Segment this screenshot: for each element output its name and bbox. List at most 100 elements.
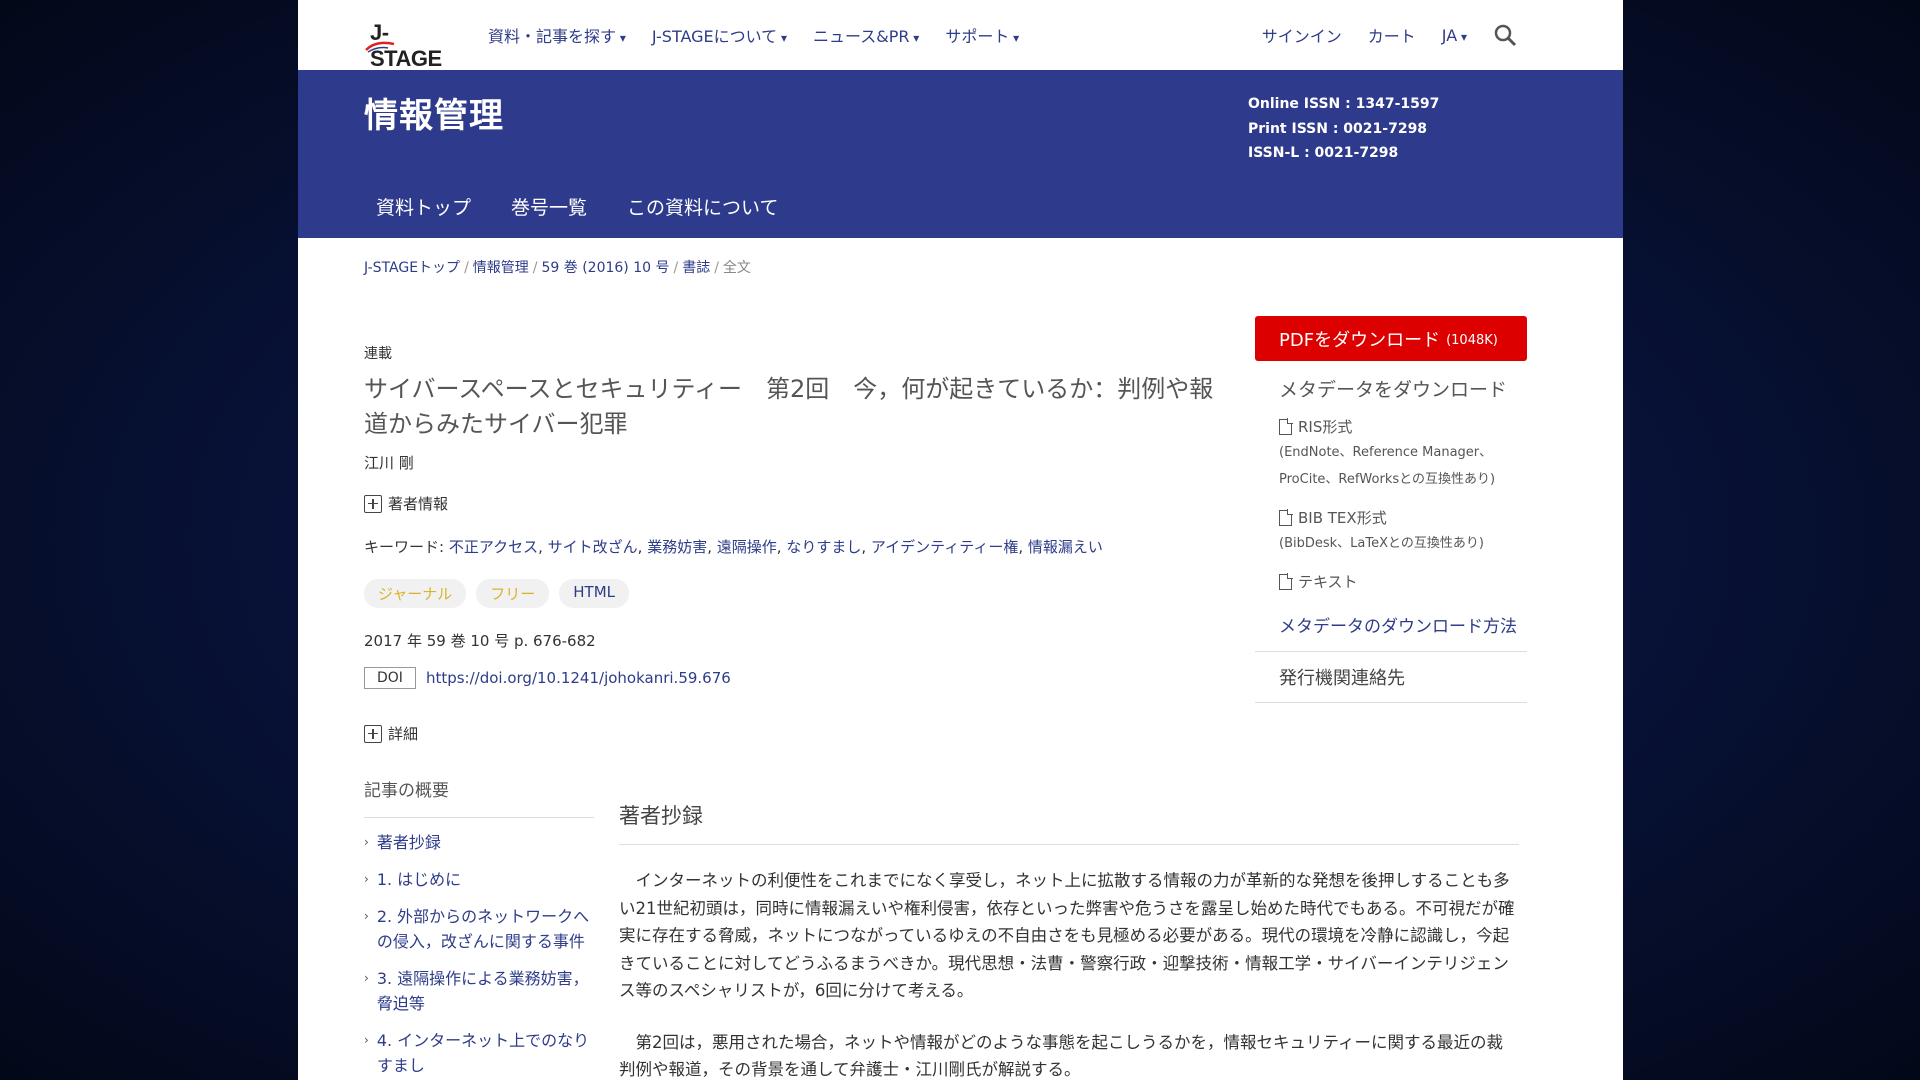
abstract-paragraph: インターネットの利便性をこれまでになく享受し，ネット上に拡散する情報の力が革新的… xyxy=(619,871,1515,1000)
language-select[interactable]: JA xyxy=(1442,26,1467,45)
menu-about-jstage[interactable]: J-STAGEについて xyxy=(652,23,787,47)
signin-link[interactable]: サインイン xyxy=(1262,23,1342,47)
doi-label: DOI xyxy=(364,667,416,689)
badge-html: HTML xyxy=(559,579,630,608)
breadcrumb: J-STAGEトップ / 情報管理/59 巻 (2016) 10 号 / 書誌 / 全文 xyxy=(364,260,751,276)
tab-issue-list[interactable]: 巻号一覧 xyxy=(511,193,587,220)
keyword-link[interactable]: 不正アクセス xyxy=(449,538,538,556)
breadcrumb-journal[interactable]: 情報管理 xyxy=(473,260,529,276)
volume-info: 2017 年 59 巻 10 号 p. 676-682 xyxy=(364,632,596,650)
keyword-link[interactable]: アイデンティティー権 xyxy=(871,538,1018,556)
toc-item-label: 1. はじめに xyxy=(376,870,462,889)
divider xyxy=(1255,651,1527,652)
metadata-download-heading: メタデータをダウンロード xyxy=(1279,379,1508,401)
bibtex-note: (BibDesk、LaTeXとの互換性あり) xyxy=(1279,536,1484,551)
divider xyxy=(1255,702,1527,703)
right-nav: サインイン カート JA xyxy=(1262,23,1517,47)
breadcrumb-bibliography[interactable]: 書誌 xyxy=(682,260,710,276)
toc-item-label: 2. 外部からのネットワークへの侵入，改ざんに関する事件 xyxy=(376,907,590,951)
top-navbar: J-STAGE 資料・記事を探す J-STAGEについて ニュース&PR サポー… xyxy=(298,0,1623,71)
breadcrumb-jstage-top[interactable]: J-STAGEトップ xyxy=(364,260,460,276)
chevron-right-icon: › xyxy=(364,909,369,923)
ris-label: RIS形式 xyxy=(1298,418,1353,436)
metadata-howto-link[interactable]: メタデータのダウンロード方法 xyxy=(1279,612,1527,637)
main-menu: 資料・記事を探す J-STAGEについて ニュース&PR サポート xyxy=(488,23,1019,47)
file-icon xyxy=(1279,418,1293,435)
article-category: 連載 xyxy=(364,346,392,362)
print-issn: Print ISSN : 0021-7298 xyxy=(1248,120,1428,137)
article-title: サイバースペースとセキュリティー 第2回 今，何が起きているか：判例や報道からみ… xyxy=(364,375,1214,438)
breadcrumb-issue[interactable]: 59 巻 (2016) 10 号 xyxy=(542,260,670,276)
chevron-right-icon: › xyxy=(364,971,369,985)
file-icon xyxy=(1279,509,1293,526)
author-info-toggle[interactable]: 著者情報 xyxy=(364,493,1224,514)
search-icon[interactable] xyxy=(1493,23,1517,47)
abstract-paragraph: 第2回は，悪用された場合，ネットや情報がどのような事態を起こしうるかを，情報セキ… xyxy=(619,1032,1504,1080)
keyword-link[interactable]: 遠隔操作 xyxy=(717,538,777,556)
article-author: 江川 剛 xyxy=(364,454,414,472)
expand-plus-icon xyxy=(364,494,382,513)
menu-search-articles[interactable]: 資料・記事を探す xyxy=(488,23,626,47)
article-header: 連載 サイバースペースとセキュリティー 第2回 今，何が起きているか：判例や報道… xyxy=(364,343,1224,744)
toc-item[interactable]: › 4. インターネット上でのなりすまし xyxy=(364,1028,594,1078)
menu-news-pr[interactable]: ニュース&PR xyxy=(813,23,919,47)
ris-note-line: (EndNote、Reference Manager、 xyxy=(1279,445,1493,460)
journal-banner: 情報管理 Online ISSN : 1347-1597 Print ISSN … xyxy=(298,70,1623,238)
pdf-download-label: PDFをダウンロード xyxy=(1279,329,1441,351)
toc-item[interactable]: › 2. 外部からのネットワークへの侵入，改ざんに関する事件 xyxy=(364,904,594,954)
details-toggle[interactable]: 詳細 xyxy=(364,723,1224,744)
ris-note-line: ProCite、RefWorksとの互換性あり) xyxy=(1279,472,1496,487)
author-info-label: 著者情報 xyxy=(388,495,449,513)
journal-subnav: 資料トップ 巻号一覧 この資料について xyxy=(376,193,778,220)
issn-l: ISSN-L : 0021-7298 xyxy=(1248,145,1399,161)
toc-item[interactable]: › 3. 遠隔操作による業務妨害，脅迫等 xyxy=(364,966,594,1016)
keyword-link[interactable]: なりすまし xyxy=(786,538,861,556)
keyword-link[interactable]: サイト改ざん xyxy=(548,538,638,556)
expand-plus-icon xyxy=(364,724,382,743)
jstage-logo[interactable]: J-STAGE xyxy=(364,18,454,71)
abstract-section: 著者抄録 インターネットの利便性をこれまでになく享受し，ネット上に拡散する情報の… xyxy=(619,800,1519,1080)
pdf-download-button[interactable]: PDFをダウンロード (1048K) xyxy=(1255,316,1527,361)
text-download-link[interactable]: テキスト xyxy=(1279,571,1527,592)
menu-support[interactable]: サポート xyxy=(945,23,1019,47)
chevron-right-icon: › xyxy=(364,835,369,849)
chevron-right-icon: › xyxy=(364,872,369,886)
page: J-STAGE 資料・記事を探す J-STAGEについて ニュース&PR サポー… xyxy=(298,0,1623,1080)
details-label: 詳細 xyxy=(388,725,419,743)
ris-download-link[interactable]: RIS形式 xyxy=(1279,416,1527,437)
issn-block: Online ISSN : 1347-1597 Print ISSN : 002… xyxy=(1248,92,1439,166)
bibtex-download-link[interactable]: BIB TEX形式 xyxy=(1279,507,1527,528)
toc-item-label: 3. 遠隔操作による業務妨害，脅迫等 xyxy=(376,969,589,1013)
bibtex-label: BIB TEX形式 xyxy=(1298,509,1387,527)
doi-link[interactable]: https://doi.org/10.1241/johokanri.59.676 xyxy=(426,669,731,687)
keyword-link[interactable]: 業務妨害 xyxy=(647,538,707,556)
article-badges: ジャーナル フリー HTML xyxy=(364,579,1224,608)
tab-journal-top[interactable]: 資料トップ xyxy=(376,193,471,220)
ris-note: (EndNote、Reference Manager、 ProCite、RefW… xyxy=(1279,439,1527,493)
text-label: テキスト xyxy=(1298,573,1358,591)
toc-item-label: 著者抄録 xyxy=(376,833,441,852)
badge-journal: ジャーナル xyxy=(364,579,467,608)
publisher-contact-link[interactable]: 発行機関連絡先 xyxy=(1279,664,1527,690)
keywords-label: キーワード: xyxy=(364,538,449,556)
doi-row: DOI https://doi.org/10.1241/johokanri.59… xyxy=(364,667,1224,689)
toc-item[interactable]: › 著者抄録 xyxy=(364,830,594,855)
toc-heading: 記事の概要 xyxy=(364,776,594,818)
breadcrumb-current: 全文 xyxy=(722,260,751,276)
keywords: キーワード: 不正アクセス, サイト改ざん, 業務妨害, 遠隔操作, なりすまし… xyxy=(364,538,1103,556)
journal-title[interactable]: 情報管理 xyxy=(364,88,504,137)
pdf-size: (1048K) xyxy=(1446,332,1498,348)
badge-free: フリー xyxy=(476,579,550,608)
chevron-right-icon: › xyxy=(364,1033,369,1047)
file-icon xyxy=(1279,573,1293,590)
article-toc: 記事の概要 › 著者抄録 › 1. はじめに › 2. 外部からのネットワークへの侵入… xyxy=(364,776,594,1078)
toc-item[interactable]: › 1. はじめに xyxy=(364,867,594,892)
online-issn: Online ISSN : 1347-1597 xyxy=(1248,96,1440,112)
abstract-heading: 著者抄録 xyxy=(619,800,1519,845)
toc-item-label: 4. インターネット上でのなりすまし xyxy=(376,1031,590,1075)
tab-about-journal[interactable]: この資料について xyxy=(627,193,778,220)
download-sidebar: PDFをダウンロード (1048K) メタデータをダウンロード RIS形式 (E… xyxy=(1255,316,1527,703)
cart-link[interactable]: カート xyxy=(1368,23,1416,47)
keyword-link[interactable]: 情報漏えい xyxy=(1028,538,1103,556)
logo-swoosh-icon xyxy=(365,41,395,53)
